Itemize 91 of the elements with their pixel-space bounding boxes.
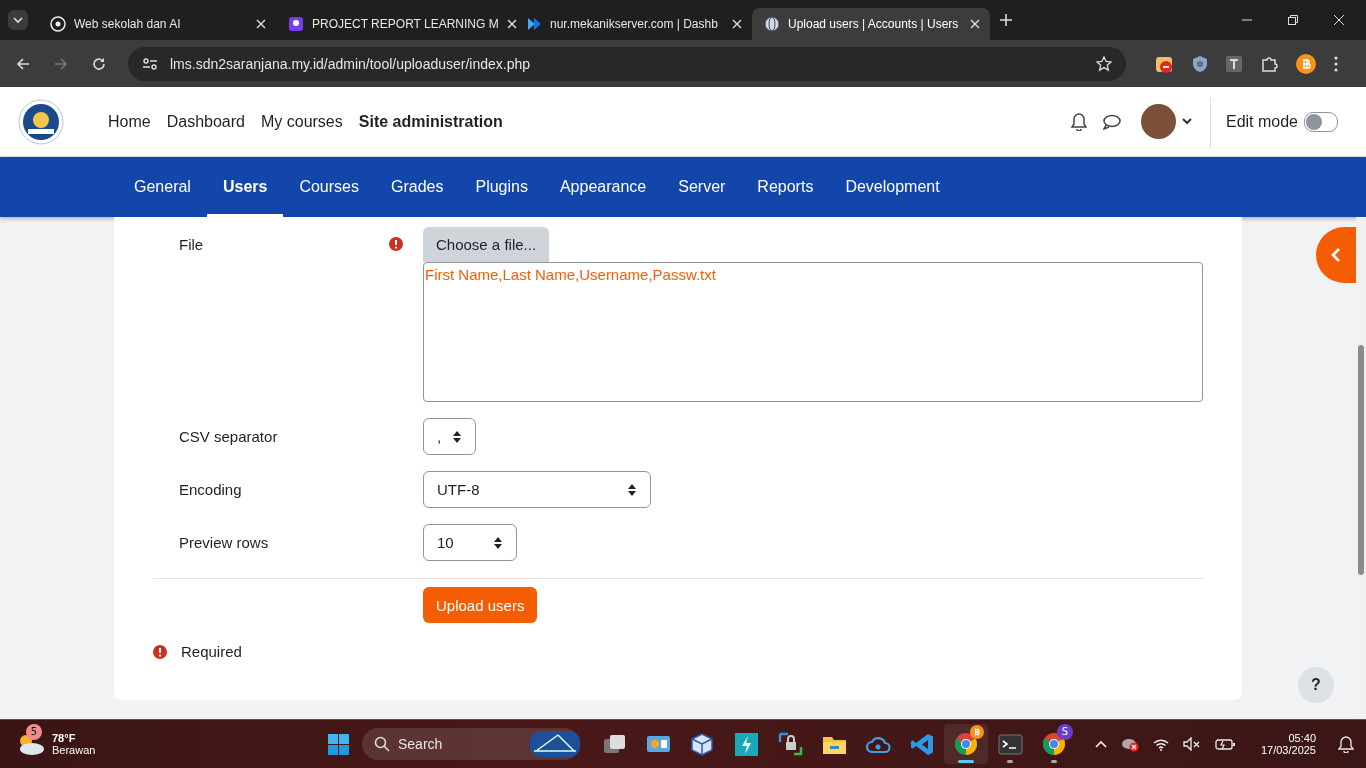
required-icon — [153, 644, 167, 659]
browser-tab[interactable]: Upload users | Accounts | Users — [752, 8, 990, 40]
site-settings-icon[interactable] — [142, 56, 158, 71]
taskbar-app[interactable]: S — [1032, 724, 1076, 764]
browser-tab[interactable]: nur.mekanikserver.com | Dashb — [514, 8, 752, 40]
field-label: CSV separator — [179, 428, 279, 445]
lock-arrows-icon — [777, 731, 803, 757]
cube-icon — [689, 731, 715, 757]
admin-tab[interactable]: Server — [662, 157, 742, 217]
nav-link[interactable]: My courses — [252, 112, 351, 131]
select-field[interactable]: UTF-8 — [423, 471, 651, 508]
tab-list-icon[interactable] — [8, 10, 28, 30]
caret-icon[interactable] — [1181, 118, 1192, 125]
temperature: 78°F — [52, 732, 77, 744]
required-note: Required — [181, 643, 242, 660]
windows-start-icon — [325, 731, 351, 757]
help-button[interactable]: ? — [1298, 667, 1334, 703]
taskbar-app[interactable] — [944, 724, 988, 764]
chevron-up-icon[interactable] — [1094, 740, 1107, 748]
field-label: Encoding — [179, 481, 243, 498]
field-label: File — [179, 235, 205, 253]
reload-icon[interactable] — [92, 56, 106, 71]
back-icon[interactable] — [16, 56, 30, 71]
admin-tab[interactable]: Grades — [375, 157, 460, 217]
favicon-icon — [764, 16, 780, 32]
admin-tab[interactable]: Reports — [741, 157, 830, 217]
bridge-picture-icon — [530, 731, 580, 757]
browser-tab[interactable]: Web sekolah dan AI — [38, 8, 276, 40]
notification-bell-icon[interactable] — [1338, 735, 1354, 753]
admin-tab[interactable]: General — [118, 157, 207, 217]
message-bubble-icon[interactable] — [1102, 113, 1121, 130]
weather-badge: 5 — [26, 724, 42, 740]
star-icon[interactable] — [1096, 55, 1112, 72]
puzzle-icon[interactable] — [1260, 54, 1278, 73]
tab-title: nur.mekanikserver.com | Dashb — [550, 17, 719, 31]
favicon-icon — [50, 16, 66, 32]
school-logo-icon[interactable] — [18, 98, 64, 145]
search-icon — [374, 736, 390, 752]
select-field[interactable]: , — [423, 418, 476, 455]
close-icon[interactable] — [1334, 15, 1344, 25]
nav-link[interactable]: Dashboard — [158, 112, 253, 131]
bitcoin-badge-icon — [970, 725, 984, 739]
admin-tab[interactable]: Appearance — [543, 157, 663, 217]
restore-icon[interactable] — [1288, 15, 1298, 25]
clock[interactable]: 05:40 17/03/2025 — [1260, 732, 1316, 756]
edit-mode-toggle[interactable] — [1304, 111, 1338, 132]
avatar[interactable] — [1140, 104, 1176, 139]
drawer-toggle-button[interactable] — [1316, 227, 1356, 283]
more-icon[interactable] — [1334, 55, 1338, 72]
favicon-icon — [526, 16, 542, 32]
nav-link[interactable]: Site administration — [350, 112, 511, 131]
extension-icon[interactable] — [1226, 55, 1242, 72]
chevron-left-icon[interactable] — [1331, 248, 1341, 262]
bitcoin-icon[interactable] — [1296, 53, 1316, 74]
shield-icon[interactable] — [1192, 54, 1208, 73]
favicon-icon — [288, 16, 304, 32]
sort-arrows-icon — [494, 536, 502, 549]
code-editor-icon — [909, 731, 935, 757]
weather-condition: Berawan — [52, 744, 96, 756]
cloud-error-icon[interactable] — [1120, 736, 1139, 752]
sort-arrows-icon — [453, 430, 461, 443]
tab-title: Web sekolah dan AI — [74, 17, 182, 31]
forward-icon[interactable] — [54, 56, 68, 71]
choose-file-button[interactable]: Choose a file... — [423, 227, 550, 262]
new-tab-icon[interactable] — [1000, 14, 1012, 26]
close-icon[interactable] — [256, 19, 266, 29]
wifi-icon[interactable] — [1152, 737, 1169, 751]
admin-tab[interactable]: Development — [829, 157, 956, 217]
terminal-icon — [997, 731, 1023, 757]
close-icon[interactable] — [506, 19, 517, 29]
tab-title: Upload users | Accounts | Users — [788, 17, 960, 31]
admin-tab[interactable]: Plugins — [459, 157, 544, 217]
select-field[interactable]: 10 — [423, 524, 517, 561]
close-icon[interactable] — [732, 19, 742, 29]
taskbar-search-button[interactable]: Search — [362, 728, 580, 760]
field-label: Preview rows — [179, 534, 270, 551]
browser-tab[interactable]: PROJECT REPORT LEARNING M — [276, 8, 514, 40]
battery-icon[interactable] — [1214, 738, 1235, 750]
browser-icon — [953, 731, 979, 757]
address-field[interactable]: lms.sdn2saranjana.my.id/admin/tool/uploaduser/index.php — [128, 46, 1126, 81]
tab-title: PROJECT REPORT LEARNING M — [312, 17, 499, 31]
lightning-icon — [733, 731, 759, 757]
muted-speaker-icon[interactable] — [1182, 737, 1201, 751]
close-icon[interactable] — [970, 19, 980, 29]
app-badge: S — [1057, 724, 1073, 740]
nav-link[interactable]: Home — [100, 112, 159, 131]
admin-tab[interactable]: Courses — [283, 157, 375, 217]
notification-bell-icon[interactable] — [1070, 112, 1087, 131]
edit-mode-label: Edit mode — [1225, 112, 1298, 131]
scrollbar-thumb[interactable] — [1358, 345, 1364, 575]
sort-arrows-icon — [628, 483, 636, 496]
